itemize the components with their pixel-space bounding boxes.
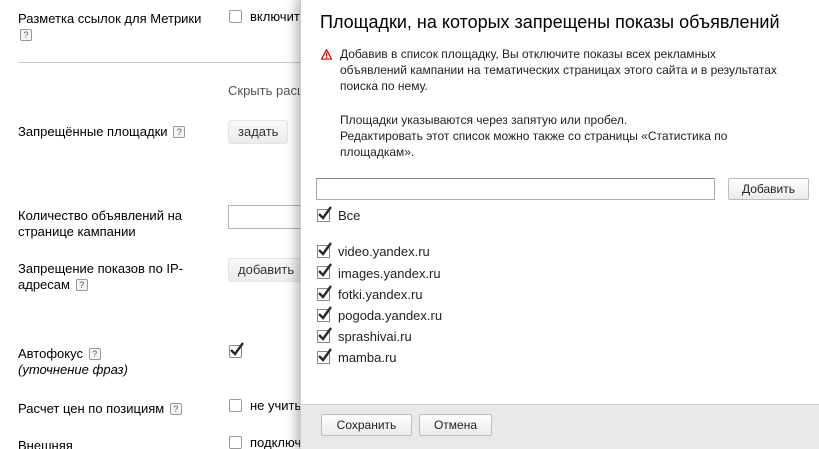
help-icon[interactable]: ? — [173, 126, 186, 138]
metrika-label: Разметка ссылок для Метрики ? — [18, 11, 202, 41]
site-label: video.yandex.ru — [338, 244, 430, 259]
external-checkbox[interactable] — [229, 436, 242, 449]
ads-count-label: Количество объявлений на странице кампан… — [18, 208, 182, 239]
help-icon[interactable]: ? — [169, 403, 182, 415]
select-all-checkbox[interactable] — [317, 206, 332, 222]
site-checkbox[interactable] — [317, 285, 332, 301]
info-text: Площадки указываются через запятую или п… — [340, 113, 728, 159]
metrika-value: включить — [250, 9, 307, 24]
check-icon — [318, 306, 332, 320]
site-input[interactable] — [316, 178, 715, 200]
site-label: fotki.yandex.ru — [338, 287, 423, 302]
price-calc-value: не учиты — [250, 398, 304, 413]
check-icon — [318, 206, 332, 220]
check-icon — [318, 263, 332, 277]
external-label: Внешняя — [18, 438, 73, 449]
site-label: pogoda.yandex.ru — [338, 308, 443, 323]
cancel-button[interactable]: Отмена — [419, 414, 492, 436]
check-icon — [318, 327, 332, 341]
price-calc-checkbox[interactable] — [229, 399, 242, 412]
price-calc-label: Расчет цен по позициям ? — [18, 401, 182, 417]
forbidden-sites-label: Запрещённые площадки ? — [18, 124, 186, 140]
dialog-title: Площадки, на которых запрещены показы об… — [320, 12, 780, 32]
site-label: mamba.ru — [338, 350, 397, 365]
site-checkbox[interactable] — [317, 348, 332, 364]
site-checkbox[interactable] — [317, 263, 332, 279]
save-button[interactable]: Сохранить — [321, 414, 412, 436]
site-checkbox[interactable] — [317, 242, 332, 258]
check-icon — [318, 285, 332, 299]
metrika-checkbox[interactable] — [229, 10, 242, 23]
divider — [18, 62, 300, 63]
forbidden-sites-dialog: Площадки, на которых запрещены показы об… — [300, 0, 819, 449]
help-icon[interactable]: ? — [88, 348, 101, 360]
ads-count-input[interactable] — [228, 205, 308, 229]
autofocus-checkbox[interactable] — [229, 342, 244, 358]
set-forbidden-sites-button[interactable]: задать — [228, 120, 289, 144]
ip-block-label: Запрещение показов по IP- адресам ? — [18, 261, 184, 292]
warning-text: Добавив в список площадку, Вы отключите … — [340, 47, 777, 93]
add-ip-button[interactable]: добавить — [228, 258, 305, 282]
check-icon — [230, 342, 244, 356]
site-checkbox[interactable] — [317, 327, 332, 343]
site-label: sprashivai.ru — [338, 329, 412, 344]
autofocus-label: Автофокус ? (уточнение фраз) — [18, 346, 128, 377]
select-all-label: Все — [338, 208, 361, 223]
add-site-button[interactable]: Добавить — [728, 178, 809, 200]
dialog-footer: Сохранить Отмена — [301, 404, 819, 449]
check-icon — [318, 348, 332, 362]
site-checkbox[interactable] — [317, 306, 332, 322]
hide-extended-link[interactable]: Скрыть расш — [228, 83, 307, 98]
warning-icon — [321, 49, 332, 60]
check-icon — [318, 242, 332, 256]
help-icon[interactable]: ? — [20, 29, 32, 41]
help-icon[interactable]: ? — [75, 279, 88, 291]
site-label: images.yandex.ru — [338, 266, 441, 281]
